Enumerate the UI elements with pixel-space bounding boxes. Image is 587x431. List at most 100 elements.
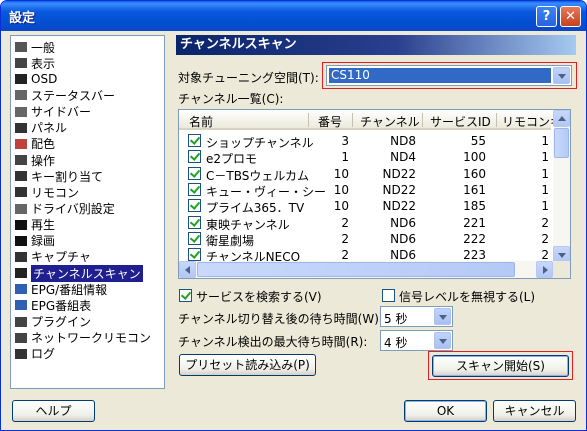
horizontal-scroll-thumb[interactable] (197, 262, 515, 277)
sidebar-item[interactable]: ドライバ別設定 (13, 201, 164, 217)
sidebar-item[interactable]: 一般 (13, 39, 164, 55)
cell-number: 1 (341, 150, 349, 165)
sidebar-item[interactable]: 操作 (13, 152, 164, 168)
column-divider[interactable] (422, 113, 423, 127)
sidebar-item[interactable]: EPG番組表 (13, 297, 164, 313)
scroll-left-icon[interactable] (179, 261, 196, 278)
chevron-down-icon[interactable] (434, 332, 451, 349)
title-bar[interactable]: 設定 ? ✕ (1, 1, 586, 31)
cell-number: 2 (341, 248, 349, 263)
column-header-service-id[interactable]: サービスID (430, 113, 491, 130)
row-checkbox[interactable] (188, 166, 201, 180)
sidebar-item[interactable]: キャプチャ (13, 249, 164, 265)
table-row[interactable]: プライム365．TV 10 ND22 185 1 (179, 198, 551, 215)
column-header-name[interactable]: 名前 (189, 113, 213, 130)
row-checkbox[interactable] (188, 215, 201, 229)
scroll-right-icon[interactable] (536, 261, 553, 278)
scroll-up-icon[interactable] (553, 110, 570, 127)
statusbar-icon (13, 88, 29, 103)
sidebar-item-label: 録画 (31, 234, 56, 249)
sidebar-icon (13, 104, 29, 119)
list-horizontal-scrollbar[interactable] (179, 261, 553, 278)
chevron-down-icon[interactable] (553, 67, 570, 84)
sidebar-item-label: 操作 (31, 153, 56, 168)
row-checkbox[interactable] (188, 150, 201, 164)
preset-load-button[interactable]: プリセット読み込み(P) (179, 354, 316, 376)
table-row[interactable]: 東映チャンネル 2 ND6 221 2 (179, 215, 551, 232)
sidebar-item-label: 表示 (31, 56, 56, 71)
sidebar-item[interactable]: EPG/番組情報 (13, 281, 164, 297)
cell-remote-key: 1 (541, 166, 549, 181)
sidebar-item[interactable]: 再生 (13, 217, 164, 233)
camera-icon (13, 249, 29, 264)
sidebar-item[interactable]: 表示 (13, 55, 164, 71)
switch-wait-select[interactable]: 5 秒 (380, 306, 453, 327)
row-checkbox[interactable] (188, 248, 201, 262)
column-header-channel[interactable]: チャンネル (360, 113, 420, 130)
panel-icon (13, 120, 29, 135)
cell-channel: ND22 (382, 199, 417, 214)
sidebar-item[interactable]: 配色 (13, 136, 164, 152)
cancel-button[interactable]: キャンセル (493, 400, 576, 422)
sidebar-item[interactable]: OSD (13, 71, 164, 87)
sidebar-item[interactable]: プラグイン (13, 314, 164, 330)
sidebar-item-label: ネットワークリモコン (31, 331, 152, 346)
table-row[interactable]: ショップチャンネル 3 ND8 55 1 (179, 133, 551, 150)
row-checkbox[interactable] (188, 182, 201, 196)
ok-button[interactable]: OK (404, 400, 487, 422)
sidebar-item[interactable]: キー割り当て (13, 168, 164, 184)
column-divider[interactable] (308, 113, 309, 127)
sidebar-item-label: サイドバー (31, 105, 92, 120)
close-button[interactable]: ✕ (560, 6, 581, 27)
ignore-signal-label[interactable]: 信号レベルを無視する(L) (399, 288, 535, 305)
cell-channel: ND8 (390, 134, 416, 148)
settings-dialog: 設定 ? ✕ 一般 表示 OSD ステータスバーサイドバー パネル 配色 操作 キー割り当てリ… (0, 0, 587, 431)
cell-channel: ND22 (382, 182, 417, 197)
cell-channel: ND22 (382, 166, 417, 181)
table-row[interactable]: C－TBSウェルカム 10 ND22 160 1 (179, 166, 551, 183)
cell-channel: ND4 (390, 150, 416, 165)
column-header-number[interactable]: 番号 (318, 113, 342, 130)
sidebar-item[interactable]: チャンネルスキャン (13, 264, 164, 282)
scan-start-button[interactable]: スキャン開始(S) (432, 355, 569, 377)
column-divider[interactable] (496, 113, 497, 127)
channel-list[interactable]: 名前 番号 チャンネル サービスID リモコンキ ショップチャンネル 3 ND8 55… (178, 109, 571, 279)
table-row[interactable]: e2プロモ 1 ND4 100 1 (179, 149, 551, 166)
cell-number: 3 (341, 134, 349, 148)
column-divider[interactable] (352, 113, 353, 127)
sidebar-item-label: チャンネルスキャン (31, 264, 143, 282)
display-icon (13, 56, 29, 71)
row-checkbox[interactable] (188, 231, 201, 245)
sidebar-item[interactable]: ログ (13, 346, 164, 362)
cell-number: 2 (341, 215, 349, 230)
tuning-space-select[interactable]: CS110 (326, 65, 572, 86)
window-title: 設定 (9, 11, 36, 26)
channel-list-header: 名前 番号 チャンネル サービスID リモコンキ (179, 110, 562, 130)
sidebar-item-label: 再生 (31, 218, 56, 233)
ignore-signal-checkbox[interactable] (382, 289, 395, 302)
sidebar-item[interactable]: 録画 (13, 233, 164, 249)
general-icon (13, 40, 29, 54)
cell-service-id: 55 (470, 134, 486, 148)
sidebar-item[interactable]: パネル (13, 120, 164, 136)
sidebar-item[interactable]: サイドバー (13, 104, 164, 120)
scan-icon (13, 266, 29, 281)
cell-number: 10 (333, 199, 349, 214)
cell-remote-key: 1 (541, 182, 549, 197)
search-services-checkbox[interactable] (179, 289, 192, 302)
row-checkbox[interactable] (188, 199, 201, 213)
detect-wait-select[interactable]: 4 秒 (380, 330, 453, 351)
sidebar-item-label: OSD (31, 72, 58, 87)
sidebar-item[interactable]: ステータスバー (13, 87, 164, 103)
sidebar-item[interactable]: ネットワークリモコン (13, 330, 164, 346)
vertical-scroll-thumb[interactable] (554, 128, 569, 158)
help-title-button[interactable]: ? (536, 6, 557, 27)
help-button[interactable]: ヘルプ (12, 400, 95, 422)
chevron-down-icon[interactable] (434, 308, 451, 325)
table-row[interactable]: 衛星劇場 2 ND6 222 2 (179, 231, 551, 248)
list-vertical-scrollbar[interactable] (553, 110, 570, 263)
table-row[interactable]: キュー・ヴィー・シー 10 ND22 161 1 (179, 182, 551, 199)
row-checkbox[interactable] (188, 134, 201, 147)
search-services-label[interactable]: サービスを検索する(V) (196, 288, 322, 305)
sidebar-item[interactable]: リモコン (13, 184, 164, 200)
